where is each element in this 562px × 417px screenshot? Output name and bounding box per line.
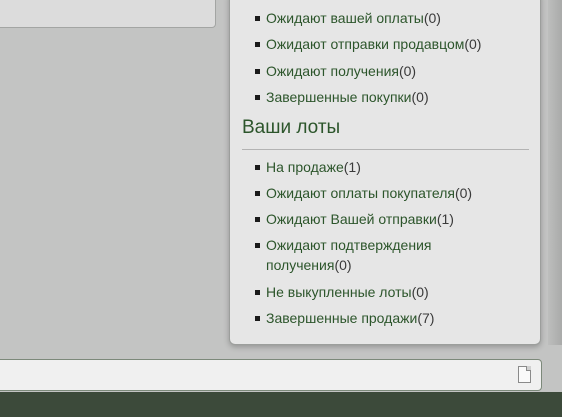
document-icon[interactable] — [518, 366, 531, 383]
bullet-icon — [255, 95, 260, 100]
bullet-icon — [255, 191, 260, 196]
bullet-icon — [255, 243, 260, 248]
link-awaiting-your-payment[interactable]: Ожидают вашей оплаты(0) — [266, 8, 441, 28]
section-title-your-lots: Ваши лоты — [242, 117, 341, 138]
page-edge — [548, 0, 562, 345]
bullet-icon — [255, 217, 260, 222]
account-sidebar: Ожидают вашей оплаты(0) Ожидают отправки… — [229, 0, 541, 345]
link-awaiting-your-shipment[interactable]: Ожидают Вашей отправки(1) — [266, 209, 454, 229]
link-awaiting-receipt[interactable]: Ожидают получения(0) — [266, 61, 416, 81]
content-panel — [0, 0, 216, 28]
link-unredeemed-lots[interactable]: Не выкупленные лоты(0) — [266, 282, 429, 302]
link-on-sale[interactable]: На продаже(1) — [266, 157, 361, 177]
bullet-icon — [255, 42, 260, 47]
bullet-icon — [255, 165, 260, 170]
link-completed-sales[interactable]: Завершенные продажи(7) — [266, 308, 434, 328]
link-awaiting-confirmation-line2[interactable]: получения(0) — [266, 255, 352, 275]
link-awaiting-confirmation[interactable]: Ожидают подтверждения — [266, 235, 431, 255]
bullet-icon — [255, 69, 260, 74]
link-awaiting-buyer-payment[interactable]: Ожидают оплаты покупателя(0) — [266, 183, 472, 203]
link-awaiting-seller-shipment[interactable]: Ожидают отправки продавцом(0) — [266, 34, 481, 54]
bullet-icon — [255, 316, 260, 321]
bullet-icon — [255, 290, 260, 295]
link-completed-purchases[interactable]: Завершенные покупки(0) — [266, 87, 429, 107]
bullet-icon — [255, 16, 260, 21]
bottom-input-bar[interactable] — [0, 359, 542, 391]
divider — [242, 149, 529, 150]
page-background-bottom — [0, 392, 562, 417]
